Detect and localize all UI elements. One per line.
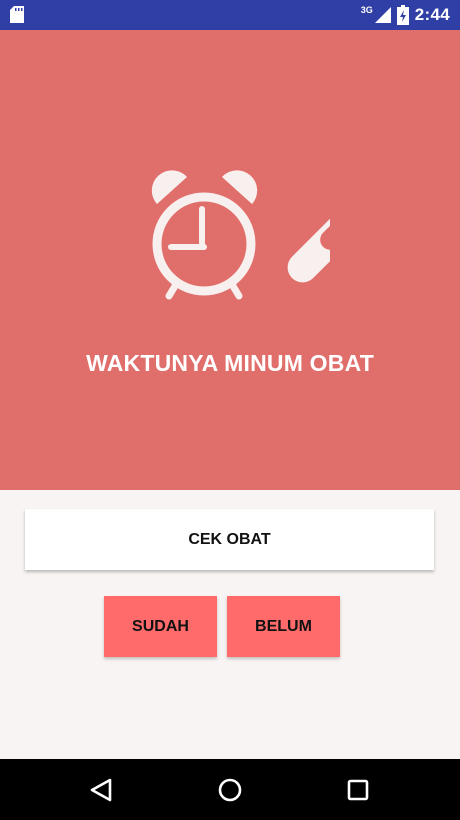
- done-button[interactable]: SUDAH: [104, 596, 217, 657]
- battery-icon: [396, 5, 409, 25]
- recent-apps-icon[interactable]: [340, 772, 376, 808]
- app-screen: 3G 2:44 WAKTUNYA MINUM OBAT CEK OBAT SUD…: [0, 0, 460, 820]
- status-indicators: 3G 2:44: [361, 0, 450, 30]
- network-type-label: 3G: [360, 5, 373, 15]
- pill-icon: [287, 215, 330, 283]
- alarm-clock-icon: [151, 170, 258, 300]
- home-icon[interactable]: [212, 772, 248, 808]
- not-yet-button[interactable]: BELUM: [227, 596, 340, 657]
- hero-header: WAKTUNYA MINUM OBAT: [0, 30, 460, 490]
- status-bar: 3G 2:44: [0, 0, 460, 30]
- signal-icon: [374, 7, 391, 23]
- sd-card-icon: [10, 6, 24, 23]
- navigation-bar: [0, 759, 460, 820]
- check-medicine-button[interactable]: CEK OBAT: [25, 509, 434, 570]
- back-icon[interactable]: [83, 772, 119, 808]
- page-title: WAKTUNYA MINUM OBAT: [86, 350, 374, 376]
- status-time: 2:44: [414, 5, 450, 24]
- reminder-illustration: [151, 170, 330, 300]
